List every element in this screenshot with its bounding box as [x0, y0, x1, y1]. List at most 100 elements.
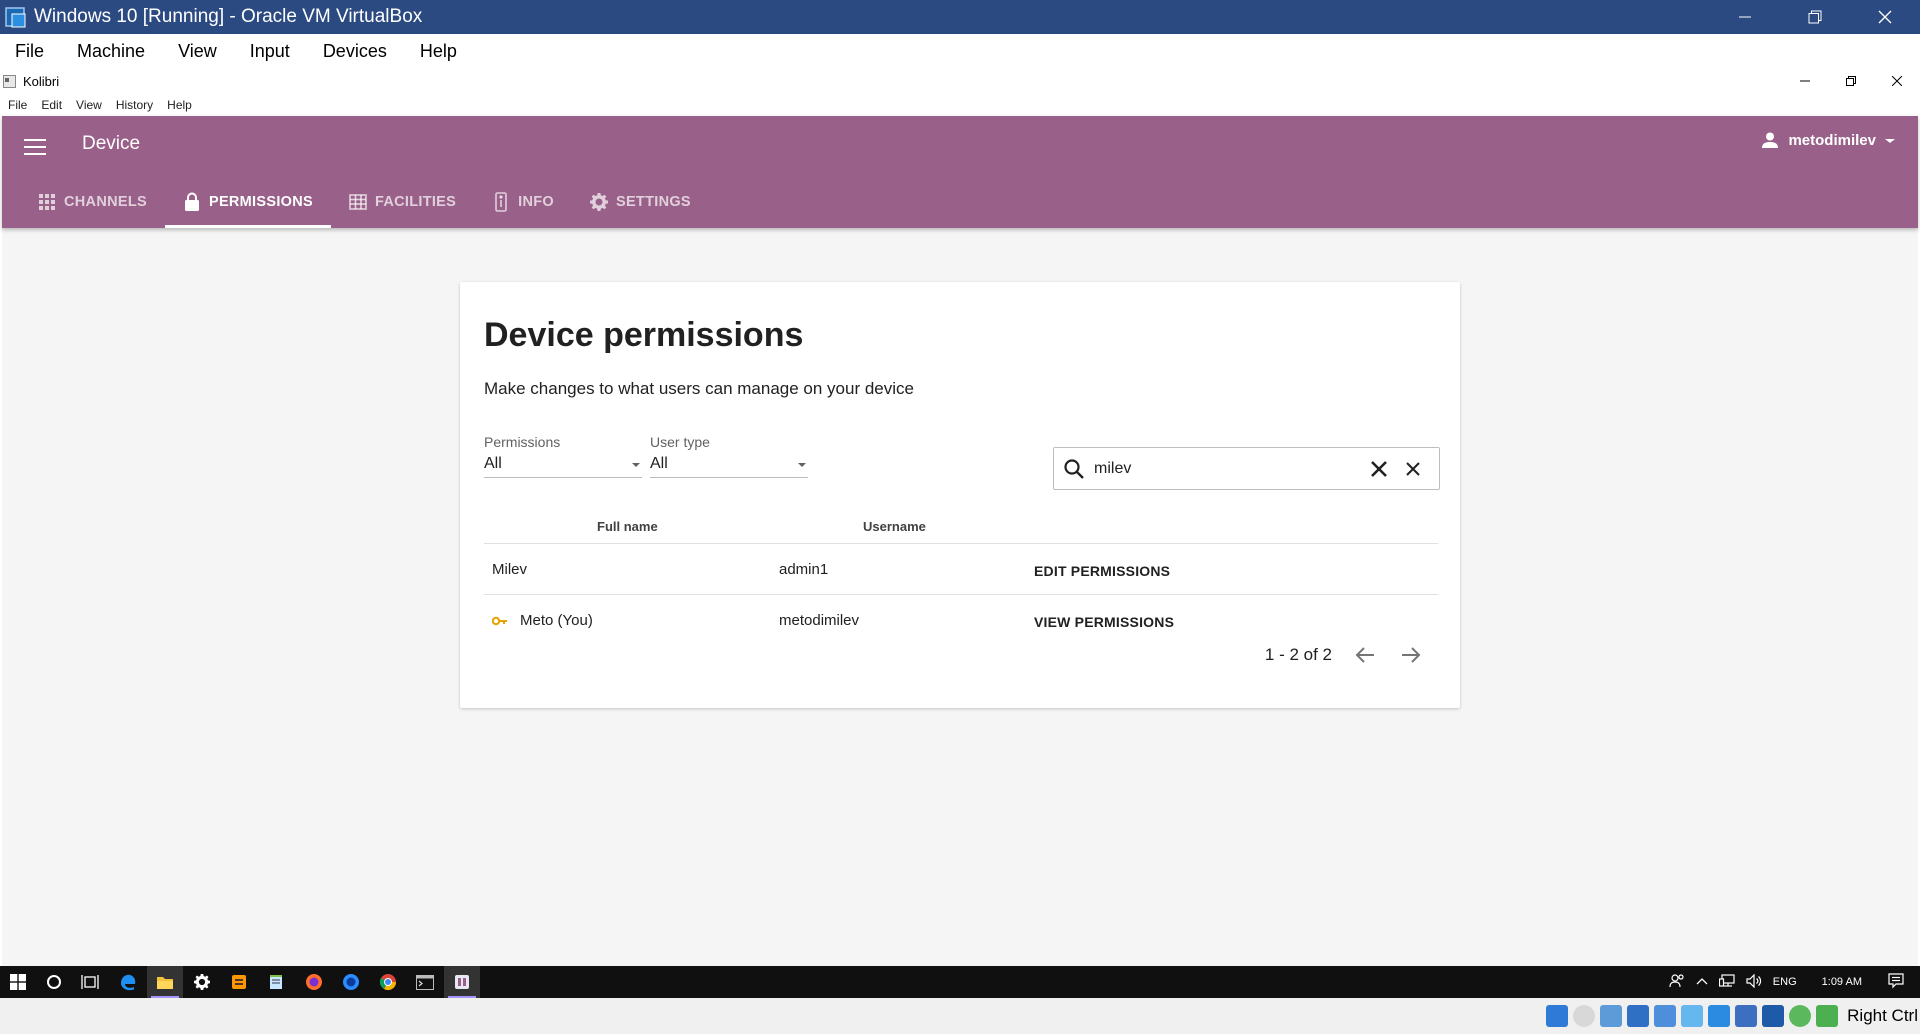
- display-icon[interactable]: [1708, 1005, 1731, 1027]
- volume-icon[interactable]: [1746, 973, 1762, 991]
- previous-page-button[interactable]: [1352, 642, 1378, 668]
- kolibri-menu-view[interactable]: View: [76, 98, 102, 112]
- taskbar-firefox-dev[interactable]: [333, 966, 369, 998]
- vbox-menu-devices[interactable]: Devices: [323, 41, 387, 62]
- tab-settings[interactable]: SETTINGS: [572, 176, 709, 228]
- virtualbox-icon: [4, 5, 28, 29]
- vbox-menu-help[interactable]: Help: [420, 41, 457, 62]
- people-icon[interactable]: [1669, 973, 1685, 991]
- taskbar-file-explorer[interactable]: [147, 966, 183, 998]
- tab-channels-label: CHANNELS: [64, 194, 147, 210]
- permissions-filter[interactable]: Permissions All: [484, 434, 642, 478]
- taskbar-chrome[interactable]: [370, 966, 406, 998]
- kolibri-menu-help[interactable]: Help: [167, 98, 192, 112]
- vbox-menubar: File Machine View Input Devices Help: [0, 34, 1920, 68]
- clear-search-icon[interactable]: [1369, 459, 1389, 479]
- optical-drive-icon[interactable]: [1573, 1005, 1596, 1027]
- restore-button[interactable]: [1780, 0, 1850, 34]
- close-icon[interactable]: [1405, 461, 1421, 477]
- close-icon: [1892, 76, 1902, 86]
- tab-facilities[interactable]: FACILITIES: [331, 176, 474, 228]
- shared-folders-icon[interactable]: [1681, 1005, 1704, 1027]
- edge-icon: [121, 974, 136, 991]
- username-cell: metodimilev: [779, 612, 860, 629]
- tab-permissions[interactable]: PERMISSIONS: [164, 176, 332, 228]
- pagination: 1 - 2 of 2: [1265, 642, 1424, 668]
- vbox-titlebar: Windows 10 [Running] - Oracle VM Virtual…: [0, 0, 1920, 34]
- minimize-icon: [1800, 80, 1810, 82]
- taskbar-settings[interactable]: [184, 966, 220, 998]
- pagination-text: 1 - 2 of 2: [1264, 645, 1332, 664]
- search-circle-icon: [47, 975, 61, 989]
- vbox-menu-input[interactable]: Input: [250, 41, 290, 62]
- restore-icon: [1846, 76, 1856, 86]
- building-icon: [349, 193, 367, 211]
- users-table: Full name Username Milev admin1 EDIT PER…: [484, 512, 1438, 646]
- chevron-down-icon: [798, 463, 806, 467]
- table-row: Milev admin1 EDIT PERMISSIONS: [484, 544, 1438, 595]
- taskbar-firefox[interactable]: [296, 966, 332, 998]
- tab-permissions-label: PERMISSIONS: [208, 194, 313, 210]
- close-button[interactable]: [1850, 0, 1920, 34]
- kolibri-app-icon: [3, 74, 16, 88]
- taskbar-notepad[interactable]: [258, 966, 294, 998]
- kolibri-maximize-button[interactable]: [1828, 68, 1874, 94]
- host-key-label: Right Ctrl: [1847, 1006, 1918, 1025]
- view-permissions-button[interactable]: VIEW PERMISSIONS: [1034, 614, 1174, 630]
- user-menu-button[interactable]: metodimilev: [1762, 132, 1896, 149]
- column-header-username: Username: [863, 519, 926, 534]
- gear-icon: [589, 193, 608, 211]
- kolibri-menu-history[interactable]: History: [116, 98, 153, 112]
- clock[interactable]: 1:09 AM: [1822, 976, 1862, 988]
- hard-disk-icon[interactable]: [1546, 1005, 1569, 1027]
- cortana-button[interactable]: [36, 966, 72, 998]
- permissions-filter-select[interactable]: All: [484, 455, 642, 478]
- close-icon: [1878, 10, 1892, 24]
- next-page-button[interactable]: [1398, 642, 1424, 668]
- kolibri-menu-edit[interactable]: Edit: [41, 98, 62, 112]
- mouse-integration-icon[interactable]: [1789, 1005, 1812, 1027]
- chevron-down-icon: [632, 463, 640, 467]
- info-icon: [492, 192, 510, 212]
- kolibri-menu-file[interactable]: File: [8, 98, 27, 112]
- hamburger-menu-button[interactable]: [24, 139, 46, 159]
- arrow-left-icon: [1355, 647, 1374, 663]
- kolibri-icon: [455, 975, 469, 989]
- permissions-card: Device permissions Make changes to what …: [460, 282, 1460, 708]
- network-adapter-icon[interactable]: [1627, 1005, 1650, 1027]
- taskbar-command-prompt[interactable]: [407, 966, 443, 998]
- video-capture-icon[interactable]: [1735, 1005, 1758, 1027]
- sublime-text-icon: [232, 975, 246, 989]
- tab-channels[interactable]: CHANNELS: [20, 176, 165, 228]
- audio-icon[interactable]: [1600, 1005, 1623, 1027]
- usb-icon[interactable]: [1654, 1005, 1677, 1027]
- taskbar-sublime[interactable]: [221, 966, 257, 998]
- user-type-filter[interactable]: User type All: [650, 434, 808, 478]
- taskbar-edge[interactable]: [110, 966, 146, 998]
- notification-icon[interactable]: [1888, 972, 1904, 992]
- task-view-button[interactable]: [72, 966, 108, 998]
- kolibri-minimize-button[interactable]: [1782, 68, 1828, 94]
- firefox-icon: [306, 974, 322, 990]
- chevron-up-icon[interactable]: [1696, 976, 1708, 988]
- language-indicator[interactable]: ENG: [1773, 976, 1797, 988]
- user-type-filter-label: User type: [650, 434, 710, 450]
- section-description: Make changes to what users can manage on…: [484, 379, 914, 398]
- virtualization-icon[interactable]: [1762, 1005, 1785, 1027]
- user-type-filter-select[interactable]: All: [650, 455, 808, 478]
- keyboard-capture-icon[interactable]: [1816, 1005, 1839, 1027]
- vbox-menu-view[interactable]: View: [178, 41, 217, 62]
- edit-permissions-button[interactable]: EDIT PERMISSIONS: [1034, 563, 1170, 579]
- search-input[interactable]: [1094, 459, 1354, 478]
- kolibri-close-button[interactable]: [1874, 68, 1920, 94]
- start-button[interactable]: [0, 966, 36, 998]
- guest-screen: Kolibri File Edit View History Help Devi…: [0, 68, 1920, 966]
- vbox-statusbar: Right Ctrl: [0, 998, 1920, 1034]
- minimize-button[interactable]: [1710, 0, 1780, 34]
- vbox-menu-machine[interactable]: Machine: [77, 41, 145, 62]
- permissions-filter-label: Permissions: [484, 434, 561, 450]
- vbox-menu-file[interactable]: File: [15, 41, 44, 62]
- network-icon[interactable]: [1718, 973, 1735, 991]
- tab-info[interactable]: INFO: [474, 176, 572, 228]
- taskbar-kolibri[interactable]: [444, 966, 480, 998]
